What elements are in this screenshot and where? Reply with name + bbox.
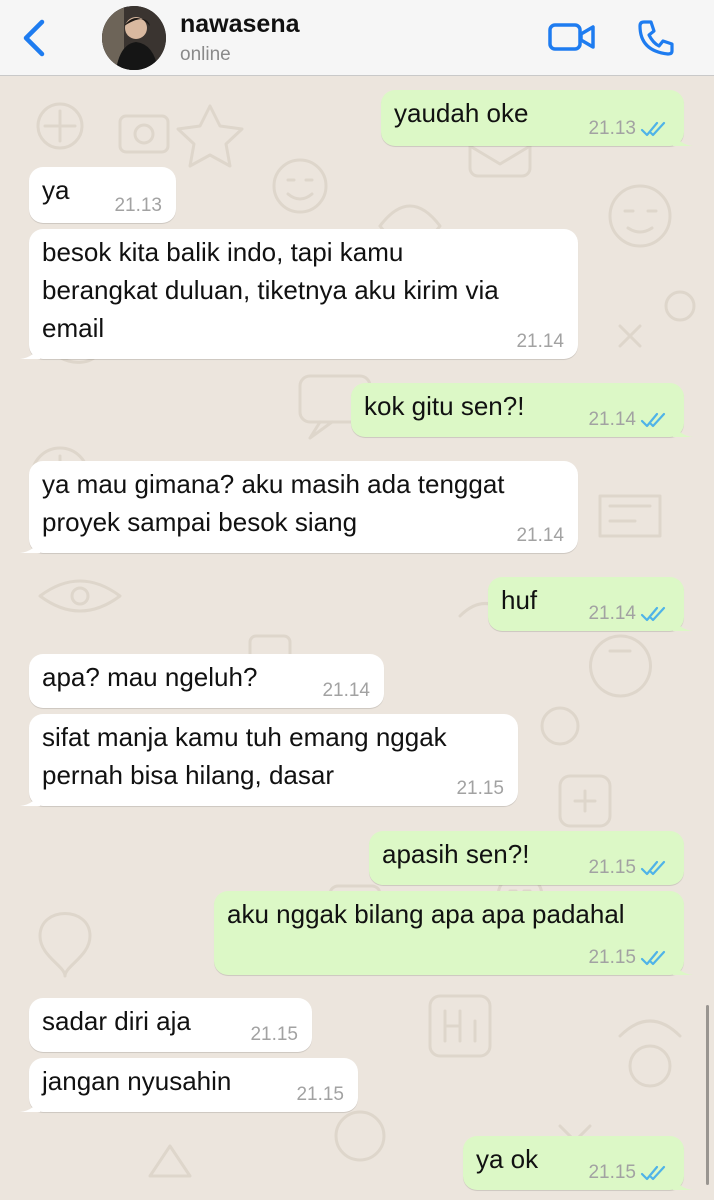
bubble-tail	[20, 343, 40, 359]
message-bubble-outgoing[interactable]: aku nggak bilang apa apa padahal 21.15	[214, 891, 693, 975]
message-text-line: sifat manja kamu tuh emang nggak	[42, 722, 447, 752]
scrollbar[interactable]	[706, 1005, 709, 1185]
message-bubble-incoming[interactable]: besok kita balik indo, tapi kamu berangk…	[20, 229, 578, 359]
message-time: 21.14	[588, 409, 636, 430]
read-ticks-icon	[640, 950, 666, 966]
video-call-icon[interactable]	[548, 20, 596, 54]
message-text-line: proyek sampai besok siang	[42, 507, 358, 537]
avatar-photo	[102, 6, 166, 70]
message-bubble-outgoing[interactable]: huf 21.14	[488, 577, 693, 631]
bubble-tail	[673, 421, 693, 437]
message-time: 21.14	[516, 331, 564, 352]
chat-header: nawasena online	[0, 0, 714, 76]
message-time: 21.15	[296, 1084, 344, 1105]
message-text-line: pernah bisa hilang, dasar	[42, 760, 334, 790]
message-time: 21.13	[588, 118, 636, 139]
read-ticks-icon	[640, 606, 666, 622]
message-bubble-incoming[interactable]: sifat manja kamu tuh emang nggak pernah …	[20, 714, 518, 806]
message-bubble-outgoing[interactable]: ya ok 21.15	[463, 1136, 693, 1190]
message-time: 21.15	[588, 1162, 636, 1183]
message-text-line: berangkat duluan, tiketnya aku kirim via	[42, 275, 499, 305]
read-ticks-icon	[640, 1165, 666, 1181]
message-time: 21.14	[516, 525, 564, 546]
message-text-line: email	[42, 313, 105, 343]
message-time: 21.15	[588, 947, 636, 968]
bubble-tail	[20, 790, 40, 806]
read-ticks-icon	[640, 412, 666, 428]
bubble-tail	[673, 959, 693, 975]
message-text-line: besok kita balik indo, tapi kamu	[42, 237, 404, 267]
message-time: 21.14	[322, 680, 370, 701]
message-time: 21.15	[250, 1024, 298, 1045]
message-bubble-incoming[interactable]: apa? mau ngeluh? 21.14	[29, 654, 384, 708]
message-bubble-incoming[interactable]: jangan nyusahin 21.15	[20, 1058, 358, 1112]
bubble-tail	[20, 537, 40, 553]
message-text: aku nggak bilang apa apa padahal	[227, 899, 625, 929]
back-chevron-icon[interactable]	[16, 16, 52, 60]
message-bubble-outgoing[interactable]: apasih sen?! 21.15	[369, 831, 684, 885]
message-time: 21.13	[114, 195, 162, 216]
message-text-line: ya mau gimana? aku masih ada tenggat	[42, 469, 505, 499]
bubble-tail	[673, 1174, 693, 1190]
message-time: 21.15	[456, 778, 504, 799]
message-time: 21.15	[588, 857, 636, 878]
message-bubble-outgoing[interactable]: kok gitu sen?! 21.14	[351, 383, 693, 437]
message-bubble-outgoing[interactable]: yaudah oke 21.13	[381, 90, 693, 146]
bubble-tail	[673, 130, 693, 146]
message-time: 21.14	[588, 603, 636, 624]
voice-call-icon[interactable]	[636, 18, 676, 58]
message-bubble-incoming[interactable]: sadar diri aja 21.15	[29, 998, 312, 1052]
message-text: apa? mau ngeluh?	[42, 662, 258, 692]
contact-status: online	[180, 44, 231, 65]
bubble-tail	[673, 615, 693, 631]
read-ticks-icon	[640, 121, 666, 137]
contact-name[interactable]: nawasena	[180, 10, 300, 39]
read-ticks-icon	[640, 860, 666, 876]
message-bubble-incoming[interactable]: ya mau gimana? aku masih ada tenggat pro…	[20, 461, 578, 553]
message-bubble-incoming[interactable]: ya 21.13	[29, 167, 176, 223]
contact-avatar[interactable]	[102, 6, 166, 70]
bubble-tail	[20, 1096, 40, 1112]
